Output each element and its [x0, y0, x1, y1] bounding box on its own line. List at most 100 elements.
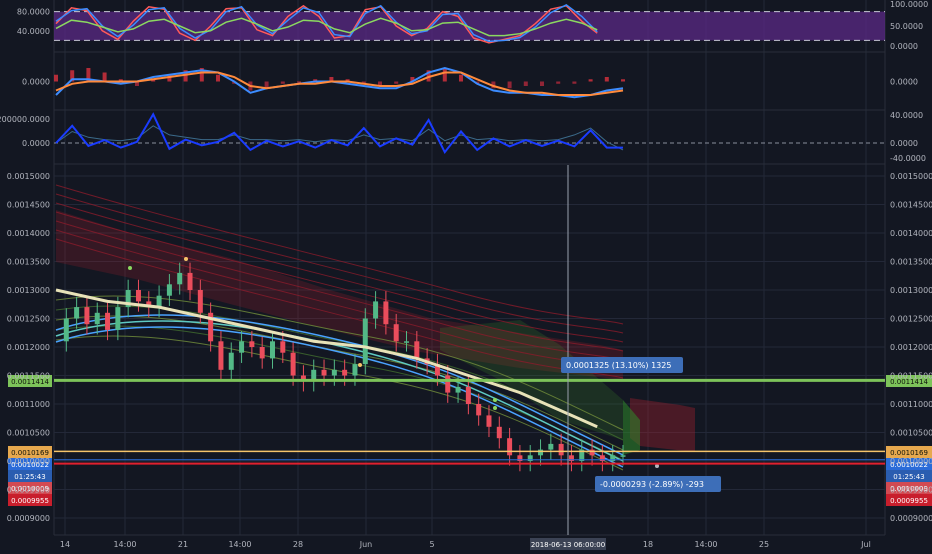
price-tag-right-label: 0.0009955 — [890, 497, 928, 505]
chart-canvas[interactable]: 0.0011414 0.00114140.0010169 0.00101690.00… — [0, 0, 932, 550]
osc-right-tick: 0.0000 — [890, 42, 918, 51]
macd-histogram-bar — [394, 81, 399, 84]
measure-down-label: -0.0000293 (-2.89%) -293 — [600, 480, 704, 489]
price-left-tick: 0.0012000 — [7, 343, 50, 352]
signal-dot — [493, 406, 497, 410]
candle-body — [269, 341, 275, 359]
countdown-left-label: 01:25:43 — [14, 473, 45, 481]
price-left-tick: 0.0011000 — [7, 400, 50, 409]
macd-histogram-bar — [216, 74, 220, 82]
candle-body — [393, 324, 399, 342]
candle-body — [589, 449, 595, 456]
price-left-tick: 0.0012500 — [7, 315, 50, 324]
candle-body — [321, 369, 327, 376]
x-axis-label: 14:00 — [113, 540, 136, 549]
candle-body — [197, 290, 203, 313]
price-right-tick: 0.0009000 — [890, 514, 932, 523]
candle-body — [177, 272, 183, 285]
candle-body — [280, 341, 286, 353]
candle-body — [352, 364, 358, 376]
price-tag-left-label: 0.0010169 — [11, 449, 49, 457]
signal-dot — [184, 257, 188, 261]
candle-body — [218, 341, 224, 370]
x-axis-label: 5 — [429, 540, 434, 549]
candle-body — [331, 369, 337, 376]
candle-body — [507, 438, 513, 456]
price-right-tick: 0.0013500 — [890, 258, 932, 267]
x-axis-label: Jul — [860, 540, 871, 549]
candle-body — [558, 443, 564, 456]
x-axis-label: Jun — [359, 540, 373, 549]
macd-histogram-bar — [507, 81, 512, 89]
candle-body — [620, 455, 626, 457]
x-axis-label: 28 — [293, 540, 303, 549]
price-right-tick: 0.0010000 — [890, 457, 932, 466]
macd-histogram-bar — [572, 81, 577, 84]
candle-body — [135, 290, 141, 302]
candle-body — [84, 307, 90, 325]
price-left-tick: 0.0009500 — [7, 486, 50, 495]
candle-body — [548, 443, 554, 450]
price-right-tick: 0.0013000 — [890, 286, 932, 295]
price-right-tick: 0.0011000 — [890, 400, 932, 409]
osc-left-tick: 80.0000 — [17, 8, 50, 17]
signal-dot — [655, 464, 659, 468]
candle-body — [496, 426, 502, 439]
macd-histogram-bar — [102, 72, 107, 82]
candle-body — [239, 341, 245, 353]
macd-histogram-bar — [621, 79, 625, 82]
vol-left-tick: 200000.0000 — [0, 115, 50, 124]
price-left-tick: 0.0013000 — [7, 286, 50, 295]
price-right-tick: 0.0009500 — [890, 486, 932, 495]
x-axis-label: 14:00 — [228, 540, 251, 549]
macd-right-tick: 0.0000 — [890, 78, 918, 87]
price-left-tick: 0.0009000 — [7, 514, 50, 523]
price-left-tick: 0.0010000 — [7, 457, 50, 466]
candle-body — [249, 341, 255, 347]
vol-right-tick: 40.0000 — [890, 111, 923, 120]
signal-dot — [358, 363, 362, 367]
candle-body — [476, 404, 482, 416]
price-right-tick: 0.0010500 — [890, 429, 932, 438]
candle-body — [63, 318, 69, 342]
candle-body — [455, 386, 461, 393]
signal-dot — [493, 398, 497, 402]
candle-body — [362, 318, 368, 365]
macd-histogram-bar — [54, 74, 58, 82]
price-right-tick: 0.0012500 — [890, 315, 932, 324]
price-right-tick: 0.0011500 — [890, 372, 932, 381]
osc-right-tick: 50.0000 — [890, 22, 923, 31]
macd-histogram-bar — [540, 81, 544, 86]
candle-body — [486, 415, 492, 427]
candle-body — [105, 312, 111, 330]
price-left-tick: 0.0013500 — [7, 258, 50, 267]
trading-chart[interactable]: 0.0011414 0.0011414 0.0010169 0.0010169 0.00… — [0, 0, 932, 550]
vol-right-tick: -40.0000 — [890, 154, 926, 163]
countdown-right-label: 01:25:43 — [893, 473, 924, 481]
candle-body — [342, 369, 348, 376]
macd-histogram-bar — [280, 81, 285, 84]
price-left-tick: 0.0014500 — [7, 201, 50, 210]
macd-histogram-bar — [523, 81, 528, 86]
price-right-tick: 0.0014000 — [890, 229, 932, 238]
x-axis-label: 21 — [178, 540, 188, 549]
candle-body — [228, 352, 234, 370]
vol-right-tick: 0.0000 — [890, 139, 918, 148]
macd-histogram-bar — [588, 79, 593, 82]
x-axis-label: 18 — [643, 540, 653, 549]
price-right-tick: 0.0012000 — [890, 343, 932, 352]
x-axis-label: 14:00 — [694, 540, 717, 549]
price-left-tick: 0.0010500 — [7, 429, 50, 438]
candle-body — [445, 375, 451, 393]
vol-left-tick: 0.0000 — [22, 139, 50, 148]
price-left-tick: 0.0014000 — [7, 229, 50, 238]
macd-left-tick: 0.0000 — [22, 78, 50, 87]
candle-body — [383, 301, 389, 325]
price-right-tick: 0.0014500 — [890, 201, 932, 210]
macd-histogram-bar — [556, 81, 561, 84]
candle-body — [74, 307, 80, 319]
macd-histogram-bar — [604, 77, 609, 82]
signal-dot — [128, 266, 132, 270]
crosshair-date-label: 2018-06-13 06:00:00 — [531, 541, 605, 549]
price-tag-left-label: 0.0009955 — [11, 497, 49, 505]
